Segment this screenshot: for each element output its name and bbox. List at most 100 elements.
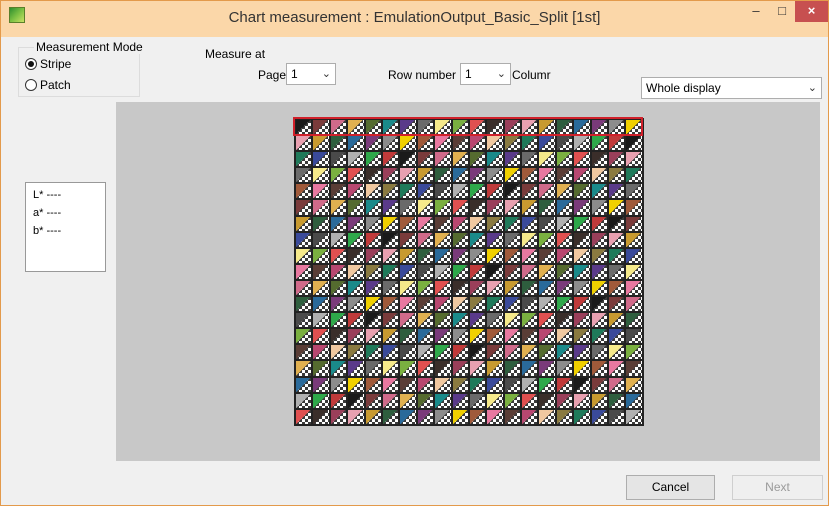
chart-patch xyxy=(399,344,417,361)
cancel-button[interactable]: Cancel xyxy=(626,475,715,500)
chart-patch xyxy=(381,135,400,152)
chart-patch xyxy=(538,344,556,361)
stripe-radio[interactable] xyxy=(25,58,37,70)
chart-patch xyxy=(590,119,609,136)
chart-patch xyxy=(573,376,591,393)
chart-patch xyxy=(590,231,609,248)
chart-patch xyxy=(347,344,365,361)
chart-patch xyxy=(312,231,330,248)
chart-patch xyxy=(364,263,382,280)
chart-patch xyxy=(347,279,365,297)
chart-patch xyxy=(573,312,591,329)
chart-patch xyxy=(312,263,330,280)
chart-patch xyxy=(399,263,417,280)
chart-patch xyxy=(538,296,556,313)
chart-patch xyxy=(625,344,643,361)
chart-patch xyxy=(486,183,504,200)
chart-patch xyxy=(608,328,626,345)
chart-patch xyxy=(555,279,574,297)
chart-patch xyxy=(521,328,539,345)
chart-patch xyxy=(555,392,574,409)
patch-radio-option[interactable]: Patch xyxy=(25,78,71,92)
chart-patch xyxy=(538,263,556,280)
chart-patch xyxy=(347,231,365,248)
chart-patch xyxy=(295,296,313,313)
chart-patch xyxy=(573,167,591,184)
chart-patch xyxy=(364,167,382,184)
chart-patch xyxy=(381,119,400,136)
chart-patch xyxy=(312,151,330,168)
chart-patch xyxy=(468,183,487,200)
chart-patch xyxy=(468,263,487,280)
chart-patch xyxy=(295,247,313,264)
maximize-button[interactable]: □ xyxy=(769,1,795,22)
chart-patch xyxy=(381,392,400,409)
chart-patch xyxy=(486,119,504,136)
patch-radio[interactable] xyxy=(25,79,37,91)
chart-patch xyxy=(347,135,365,152)
chart-patch xyxy=(590,199,609,216)
page-select[interactable]: 1 ⌄ xyxy=(286,63,336,85)
chart-patch xyxy=(347,328,365,345)
chart-patch xyxy=(486,135,504,152)
chart-patch xyxy=(451,183,469,200)
chart-patch xyxy=(521,167,539,184)
chart-patch xyxy=(416,135,435,152)
chart-patch xyxy=(608,199,626,216)
chart-patch xyxy=(521,360,539,377)
chart-patch xyxy=(295,215,313,232)
chart-patch xyxy=(573,392,591,409)
chart-patch xyxy=(625,408,643,425)
chart-patch xyxy=(538,215,556,232)
chart-patch xyxy=(364,135,382,152)
chart-patch xyxy=(364,312,382,329)
chart-patch xyxy=(468,215,487,232)
chart-patch xyxy=(538,392,556,409)
chart-patch xyxy=(416,376,435,393)
chart-patch xyxy=(468,312,487,329)
chart-patch xyxy=(468,119,487,136)
chart-measurement-window: Chart measurement : EmulationOutput_Basi… xyxy=(0,0,829,506)
close-button[interactable]: × xyxy=(795,1,828,22)
chart-patch xyxy=(486,231,504,248)
display-mode-select[interactable]: Whole display ⌄ xyxy=(641,77,822,99)
chart-patch xyxy=(434,119,452,136)
chart-patch xyxy=(364,215,382,232)
chart-patch xyxy=(347,360,365,377)
chart-patch xyxy=(503,263,522,280)
next-button[interactable]: Next xyxy=(732,475,823,500)
chart-patch xyxy=(416,247,435,264)
chart-patch xyxy=(468,392,487,409)
chart-patch xyxy=(329,183,348,200)
chart-patch xyxy=(434,376,452,393)
chart-patch xyxy=(625,376,643,393)
chart-patch xyxy=(503,360,522,377)
chart-patch xyxy=(590,344,609,361)
chart-patch xyxy=(434,279,452,297)
minimize-button[interactable]: – xyxy=(743,1,769,22)
chart-patch xyxy=(468,247,487,264)
chart-patch xyxy=(625,183,643,200)
chart-patch xyxy=(364,199,382,216)
stripe-radio-option[interactable]: Stripe xyxy=(25,57,71,71)
chart-patch xyxy=(468,231,487,248)
row-number-select[interactable]: 1 ⌄ xyxy=(460,63,511,85)
chart-patch xyxy=(451,392,469,409)
chart-patch xyxy=(451,119,469,136)
chart-patch xyxy=(416,328,435,345)
chart-patch xyxy=(312,392,330,409)
chart-patch xyxy=(608,135,626,152)
chart-patch xyxy=(573,328,591,345)
chart-patch xyxy=(434,312,452,329)
chart-patch xyxy=(329,408,348,425)
chart-patch xyxy=(555,408,574,425)
display-mode-value: Whole display xyxy=(646,81,721,95)
color-chart-grid[interactable] xyxy=(294,118,644,426)
chart-patch xyxy=(364,231,382,248)
chart-patch xyxy=(451,279,469,297)
chart-patch xyxy=(312,215,330,232)
chart-patch xyxy=(329,312,348,329)
chart-patch xyxy=(381,296,400,313)
chart-patch xyxy=(347,199,365,216)
chart-patch xyxy=(312,247,330,264)
